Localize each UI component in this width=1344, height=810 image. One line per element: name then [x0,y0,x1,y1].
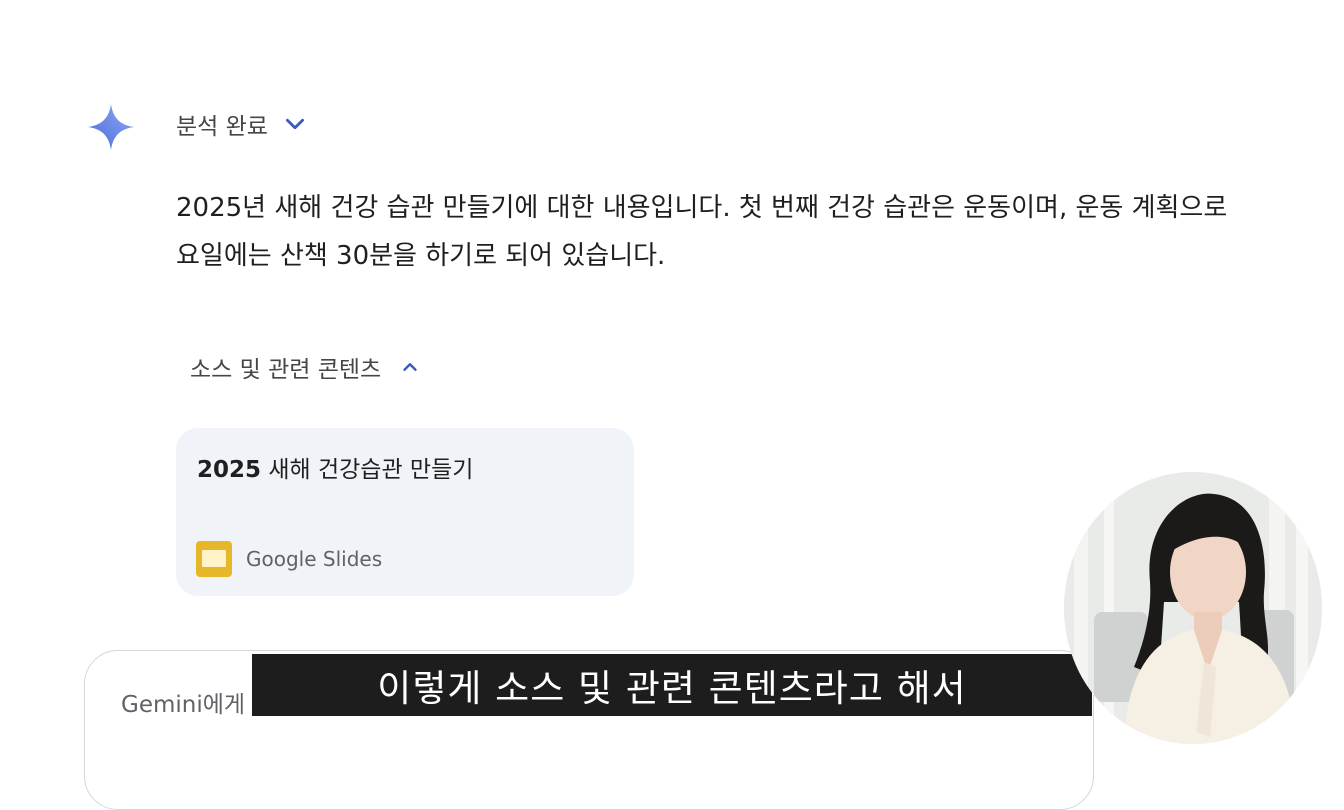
presenter-webcam [1064,472,1322,744]
chevron-up-icon [403,363,417,371]
source-card-title-text: 새해 건강습관 만들기 [261,457,474,483]
prompt-placeholder: Gemini에게 [121,692,246,718]
video-subtitle-text: 이렇게 소스 및 관련 콘텐츠라고 해서 [377,667,967,710]
source-card-title-number: 2025 [197,457,262,483]
analysis-status-toggle[interactable]: 분석 완료 [176,108,308,140]
gemini-sparkle-icon [88,104,134,150]
sources-toggle[interactable]: 소스 및 관련 콘텐츠 [190,350,421,384]
video-subtitle-bar: 이렇게 소스 및 관련 콘텐츠라고 해서 [252,654,1092,716]
response-text: 2025년 새해 건강 습관 만들기에 대한 내용입니다. 첫 번째 건강 습관… [176,184,1344,280]
response-line: 2025년 새해 건강 습관 만들기에 대한 내용입니다. 첫 번째 건강 습관… [176,193,1228,223]
source-type-label: Google Slides [246,547,383,571]
presenter-image [1064,472,1322,744]
chevron-down-icon [285,118,304,130]
response-line: 요일에는 산책 30분을 하기로 되어 있습니다. [176,241,666,271]
analysis-status-label: 분석 완료 [176,114,268,140]
google-slides-icon [196,541,232,577]
source-card-title: 2025 새해 건강습관 만들기 [197,450,473,484]
source-card[interactable]: 2025 새해 건강습관 만들기 Google Slides [176,428,634,596]
sources-toggle-label: 소스 및 관련 콘텐츠 [190,357,382,383]
